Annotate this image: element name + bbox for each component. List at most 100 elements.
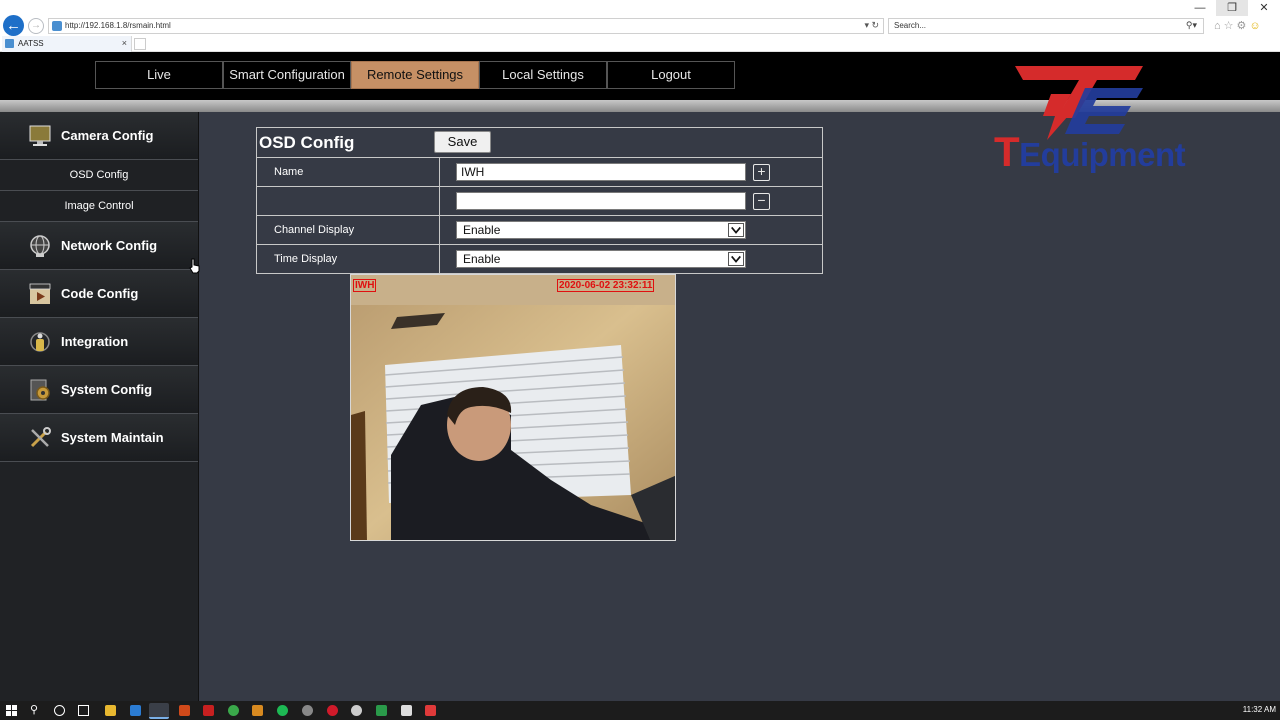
firefox-icon[interactable] bbox=[179, 705, 190, 716]
cortana-icon[interactable] bbox=[54, 705, 65, 716]
search-box[interactable]: Search... ⚲▾ bbox=[888, 18, 1204, 34]
sidebar-subitem-image-control[interactable]: Image Control bbox=[0, 191, 198, 222]
sidebar-item-label: System Config bbox=[61, 382, 153, 397]
save-button[interactable]: Save bbox=[434, 131, 491, 153]
sidebar-item-system-config[interactable]: System Config bbox=[0, 366, 198, 414]
tab-title: AATSS bbox=[18, 39, 44, 48]
osd-row-time-display: Time Display Enable bbox=[257, 244, 822, 274]
sidebar-item-label: Integration bbox=[61, 334, 129, 349]
browser-toolbar: ← → http://192.168.1.8/rsmain.html ▾ ↻ S… bbox=[0, 0, 1280, 36]
name-label: Name bbox=[274, 166, 304, 178]
app-icon[interactable] bbox=[425, 705, 436, 716]
forward-arrow-icon[interactable]: → bbox=[28, 18, 44, 34]
sidebar-item-code-config[interactable]: Code Config bbox=[0, 270, 198, 318]
sidebar-item-label: Camera Config bbox=[61, 128, 154, 143]
osd-config-panel: OSD Config Save Name IWH + − Channel Dis… bbox=[256, 127, 823, 274]
new-tab-button[interactable] bbox=[134, 38, 146, 50]
close-window-icon[interactable]: ✕ bbox=[1248, 0, 1280, 16]
wrench-screwdriver-icon bbox=[30, 427, 51, 448]
app-icon[interactable] bbox=[351, 705, 362, 716]
channel-display-value: Enable bbox=[463, 223, 501, 237]
channel-display-select[interactable]: Enable bbox=[456, 221, 746, 239]
file-explorer-icon[interactable] bbox=[105, 705, 116, 716]
task-view-icon[interactable] bbox=[78, 705, 89, 716]
settings-gear-icon[interactable]: ⚙ bbox=[1237, 20, 1250, 32]
internet-explorer-icon[interactable] bbox=[149, 703, 169, 719]
address-url[interactable]: http://192.168.1.8/rsmain.html bbox=[65, 21, 171, 30]
chevron-down-icon[interactable] bbox=[728, 223, 744, 237]
row-divider bbox=[439, 158, 440, 187]
osd-row-channel-display: Channel Display Enable bbox=[257, 215, 822, 245]
sidebar-item-network-config[interactable]: Network Config bbox=[0, 222, 198, 270]
osd-row-extra: − bbox=[257, 186, 822, 216]
channel-display-label: Channel Display bbox=[274, 224, 355, 236]
opera-icon[interactable] bbox=[327, 705, 338, 716]
extra-text-field[interactable] bbox=[456, 192, 746, 210]
chrome-icon[interactable] bbox=[228, 705, 239, 716]
time-display-label: Time Display bbox=[274, 253, 338, 265]
tab-close-icon[interactable]: × bbox=[122, 38, 127, 48]
spotify-icon[interactable] bbox=[277, 705, 288, 716]
top-nav: Live Smart Configuration Remote Settings… bbox=[95, 61, 735, 89]
address-bar[interactable]: http://192.168.1.8/rsmain.html ▾ ↻ bbox=[48, 18, 884, 34]
overlay-timestamp: 2020-06-02 23:32:11 bbox=[557, 279, 655, 292]
osd-row-name: Name IWH + bbox=[257, 157, 822, 187]
chevron-down-icon[interactable] bbox=[728, 252, 744, 266]
nav-live[interactable]: Live bbox=[95, 61, 223, 89]
taskbar-clock: 11:32 AM bbox=[1242, 705, 1276, 714]
nav-local-settings[interactable]: Local Settings bbox=[479, 61, 607, 89]
sidebar-item-system-maintain[interactable]: System Maintain bbox=[0, 414, 198, 462]
search-icon[interactable]: ⚲▾ bbox=[1186, 20, 1197, 31]
system-gear-icon bbox=[30, 379, 50, 401]
edge-icon[interactable] bbox=[130, 705, 141, 716]
calculator-icon[interactable] bbox=[401, 705, 412, 716]
windows-taskbar: ⚲ 11:32 AM bbox=[0, 701, 1280, 720]
browser-tab[interactable]: AATSS × bbox=[2, 36, 132, 52]
overlay-channel-name: IWH bbox=[353, 279, 377, 292]
excel-icon[interactable] bbox=[376, 705, 387, 716]
window-controls: — ❐ ✕ bbox=[1184, 0, 1280, 16]
search-placeholder: Search... bbox=[894, 21, 927, 30]
minimize-icon[interactable]: — bbox=[1184, 0, 1216, 16]
name-field[interactable]: IWH bbox=[456, 163, 746, 181]
windows-start-icon[interactable] bbox=[6, 705, 18, 717]
nav-remote-settings[interactable]: Remote Settings bbox=[351, 61, 479, 89]
app-icon[interactable] bbox=[302, 705, 313, 716]
camera-scene-image bbox=[351, 275, 675, 540]
sidebar-item-label: System Maintain bbox=[61, 430, 164, 445]
camera-preview[interactable]: IWH 2020-06-02 23:32:11 bbox=[350, 274, 676, 541]
integration-icon bbox=[30, 332, 50, 352]
refresh-icon[interactable]: ▾ ↻ bbox=[864, 20, 879, 31]
logo-word-equipment: Equipment bbox=[1019, 136, 1186, 173]
remove-minus-icon[interactable]: − bbox=[753, 193, 770, 210]
film-clapper-icon bbox=[29, 283, 51, 304]
taskbar-search-icon[interactable]: ⚲ bbox=[30, 703, 38, 716]
page-title: OSD Config bbox=[259, 133, 355, 152]
app-icon[interactable] bbox=[203, 705, 214, 716]
app-icon[interactable] bbox=[252, 705, 263, 716]
nav-logout[interactable]: Logout bbox=[607, 61, 735, 89]
monitor-icon bbox=[29, 125, 51, 146]
restore-icon[interactable]: ❐ bbox=[1216, 0, 1248, 16]
home-icon[interactable]: ⌂ bbox=[1214, 20, 1224, 32]
sidebar-subitem-osd-config[interactable]: OSD Config bbox=[0, 160, 198, 191]
row-divider bbox=[439, 187, 440, 216]
logo-letter-t: T bbox=[994, 128, 1020, 175]
back-arrow-icon[interactable]: ← bbox=[3, 15, 24, 36]
add-plus-icon[interactable]: + bbox=[753, 164, 770, 181]
mouse-cursor-icon bbox=[189, 258, 200, 274]
sidebar-item-camera-config[interactable]: Camera Config bbox=[0, 112, 198, 160]
row-divider bbox=[439, 245, 440, 274]
site-favicon-icon bbox=[52, 21, 62, 31]
sidebar-item-integration[interactable]: Integration bbox=[0, 318, 198, 366]
tab-favicon-icon bbox=[5, 39, 14, 48]
tab-strip: AATSS × bbox=[0, 36, 1280, 52]
browser-tools-icons[interactable]: ⌂☆⚙☺ bbox=[1214, 19, 1264, 32]
nav-smart-configuration[interactable]: Smart Configuration bbox=[223, 61, 351, 89]
sidebar-item-label: Network Config bbox=[61, 238, 158, 253]
sidebar-item-label: Code Config bbox=[61, 286, 139, 301]
favorites-star-icon[interactable]: ☆ bbox=[1224, 20, 1237, 32]
smiley-icon[interactable]: ☺ bbox=[1249, 20, 1263, 32]
logo-wordmark: TEquipment bbox=[994, 128, 1186, 176]
time-display-select[interactable]: Enable bbox=[456, 250, 746, 268]
